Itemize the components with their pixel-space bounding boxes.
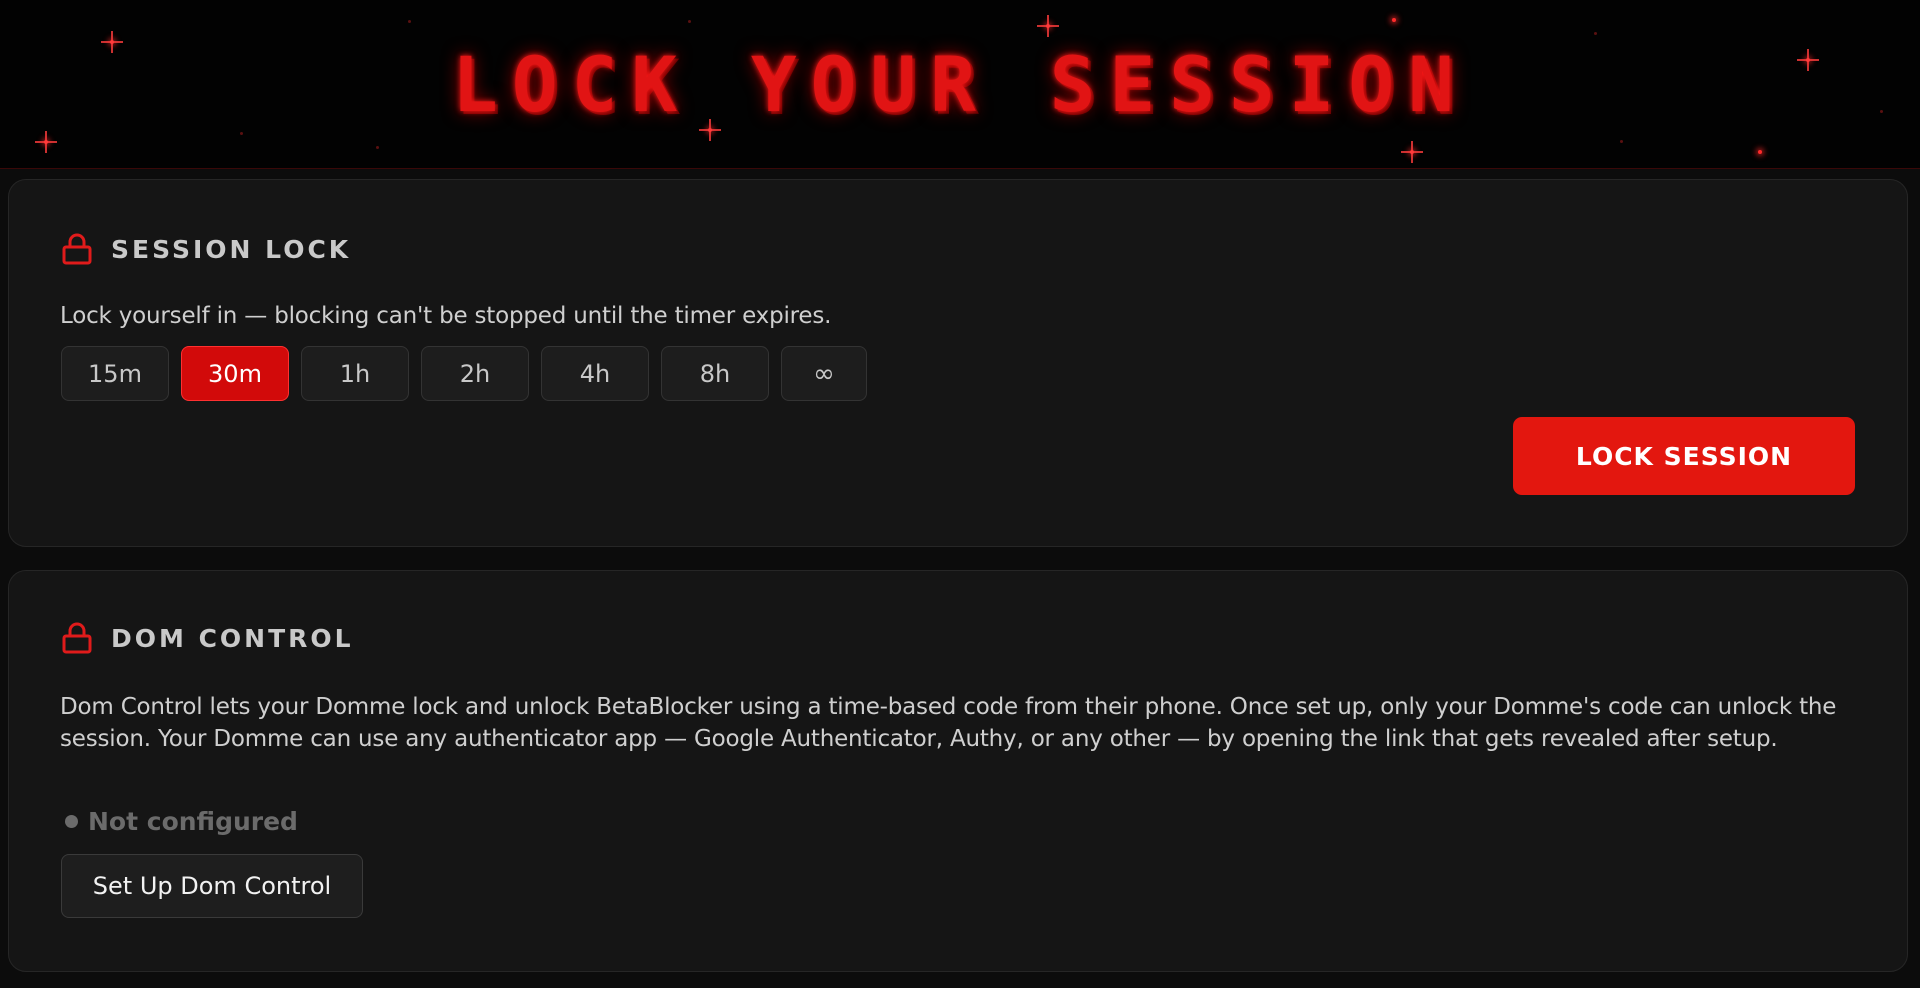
star-decoration bbox=[408, 20, 411, 23]
duration-8h-button[interactable]: 8h bbox=[661, 346, 769, 401]
session-lock-description: Lock yourself in — blocking can't be sto… bbox=[60, 303, 832, 329]
lock-icon bbox=[62, 622, 92, 654]
dom-control-status: Not configured bbox=[65, 807, 298, 836]
star-decoration bbox=[44, 140, 48, 144]
lock-session-button[interactable]: LOCK SESSION bbox=[1513, 417, 1855, 495]
page-title: LOCK YOUR SESSION bbox=[452, 40, 1468, 129]
star-decoration bbox=[1046, 24, 1050, 28]
duration-2h-button[interactable]: 2h bbox=[421, 346, 529, 401]
duration-options: 15m 30m 1h 2h 4h 8h ∞ bbox=[61, 346, 879, 401]
duration-4h-button[interactable]: 4h bbox=[541, 346, 649, 401]
dom-control-card: DOM CONTROL Dom Control lets your Domme … bbox=[8, 570, 1908, 972]
dom-control-header: DOM CONTROL bbox=[61, 621, 354, 655]
star-decoration bbox=[1620, 140, 1623, 143]
star-decoration bbox=[1758, 150, 1762, 154]
star-decoration bbox=[1594, 32, 1597, 35]
star-decoration bbox=[376, 146, 379, 149]
star-decoration bbox=[240, 132, 243, 135]
duration-15m-button[interactable]: 15m bbox=[61, 346, 169, 401]
duration-30m-button[interactable]: 30m bbox=[181, 346, 289, 401]
dom-control-description: Dom Control lets your Domme lock and unl… bbox=[60, 694, 1837, 752]
dom-control-title: DOM CONTROL bbox=[111, 623, 354, 653]
session-lock-card: SESSION LOCK Lock yourself in — blocking… bbox=[8, 179, 1908, 547]
status-dot-icon bbox=[65, 815, 78, 828]
header-banner: LOCK YOUR SESSION bbox=[0, 0, 1920, 169]
duration-infinite-button[interactable]: ∞ bbox=[781, 346, 867, 401]
lock-icon bbox=[62, 233, 92, 265]
star-decoration bbox=[688, 20, 691, 23]
session-lock-header: SESSION LOCK bbox=[61, 232, 351, 266]
duration-1h-button[interactable]: 1h bbox=[301, 346, 409, 401]
setup-dom-control-button[interactable]: Set Up Dom Control bbox=[61, 854, 363, 918]
star-decoration bbox=[1392, 18, 1396, 22]
status-text: Not configured bbox=[88, 807, 298, 836]
star-decoration bbox=[1410, 150, 1414, 154]
session-lock-title: SESSION LOCK bbox=[111, 234, 352, 264]
